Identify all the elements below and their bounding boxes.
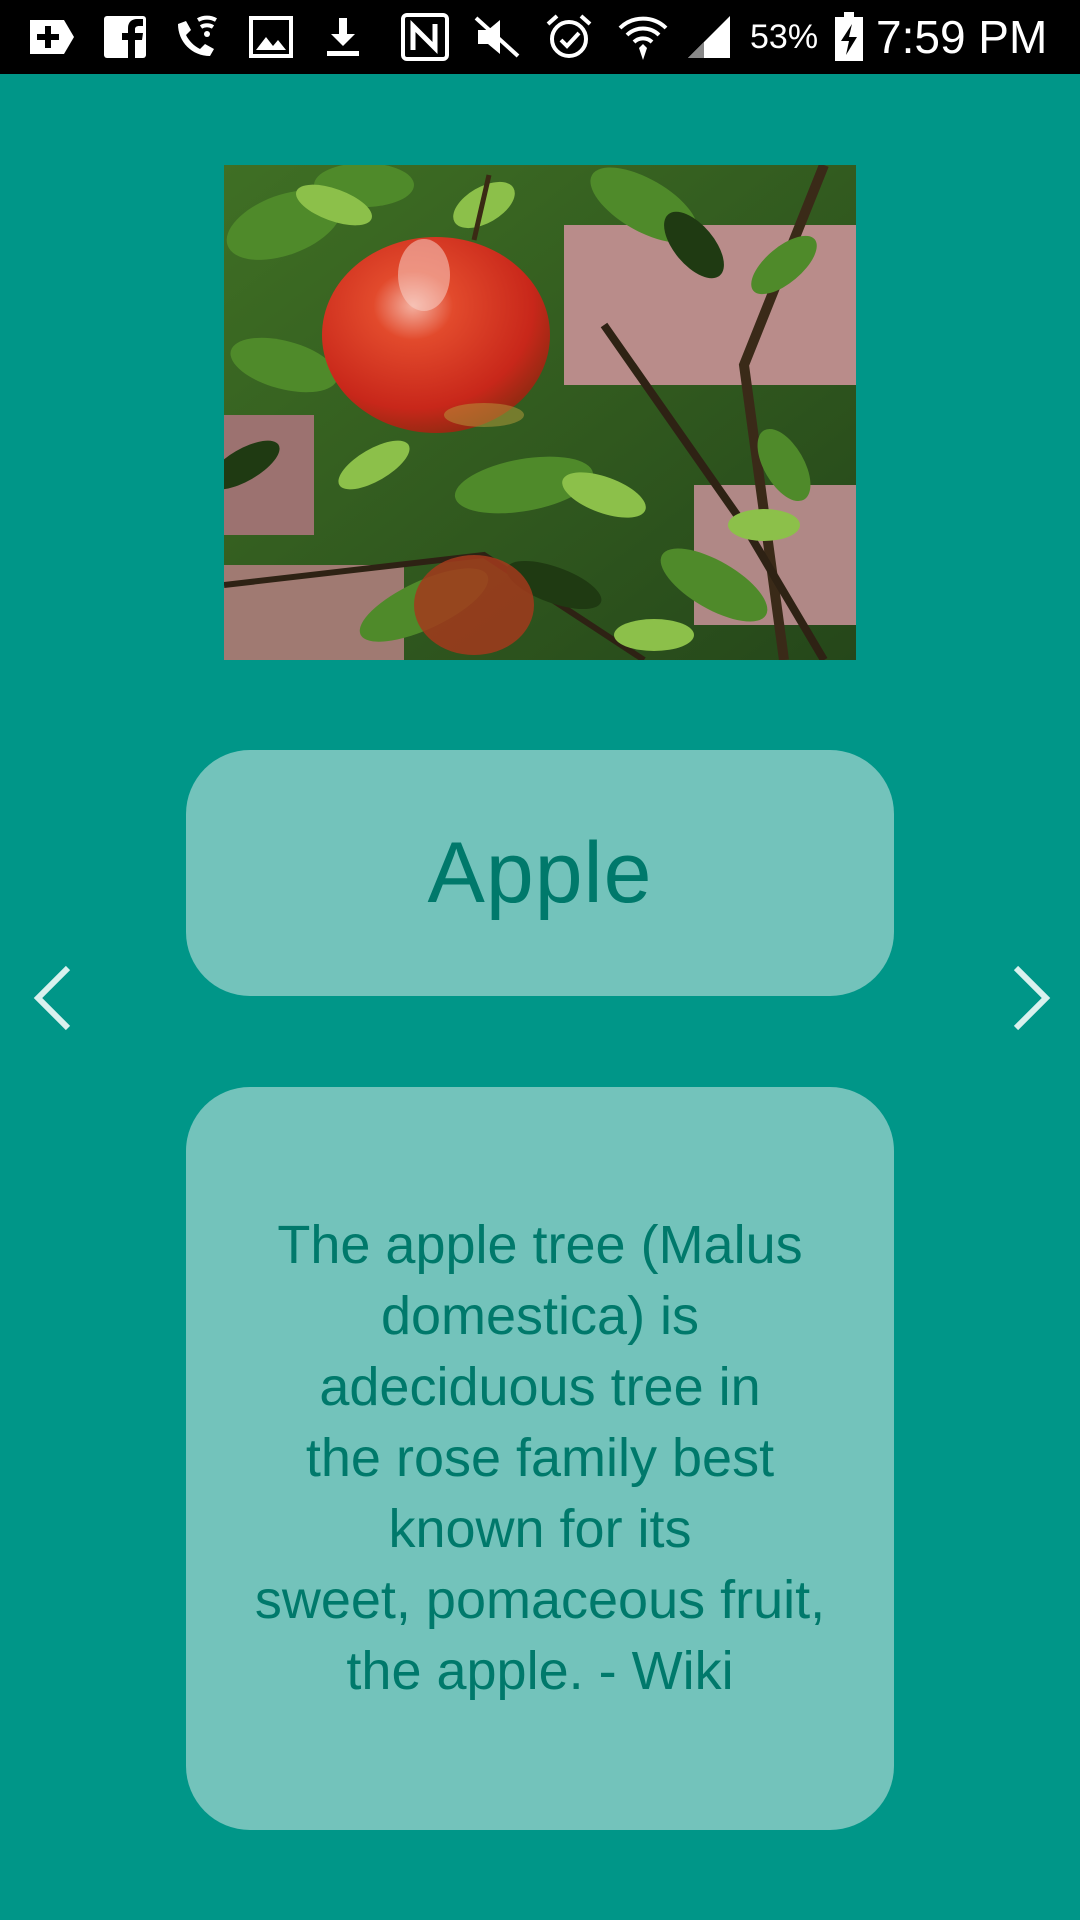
signal-icon [688, 16, 730, 58]
wifi-icon [618, 16, 668, 60]
wifi-call-icon [178, 15, 217, 56]
download-icon [327, 18, 359, 56]
fruit-name-card: Apple [186, 750, 894, 996]
battery-percentage: 53% [750, 18, 819, 56]
image-icon [249, 16, 293, 58]
fruit-description: The apple tree (Malus domestica) is adec… [254, 1215, 826, 1701]
facebook-icon [104, 16, 146, 58]
chevron-right-icon[interactable] [1004, 960, 1060, 1036]
apple-photo [224, 165, 856, 660]
battery-charging-icon [835, 12, 863, 61]
fruit-name: Apple [427, 824, 653, 921]
chevron-left-icon[interactable] [24, 960, 80, 1036]
status-bar: 53% 7:59 PM [0, 0, 1080, 74]
nfc-icon [401, 13, 449, 61]
mute-icon [474, 16, 520, 58]
alarm-icon [546, 14, 592, 58]
fruit-description-card: The apple tree (Malus domestica) is adec… [186, 1087, 894, 1830]
clock: 7:59 PM [876, 11, 1048, 63]
add-box-icon [30, 20, 74, 54]
